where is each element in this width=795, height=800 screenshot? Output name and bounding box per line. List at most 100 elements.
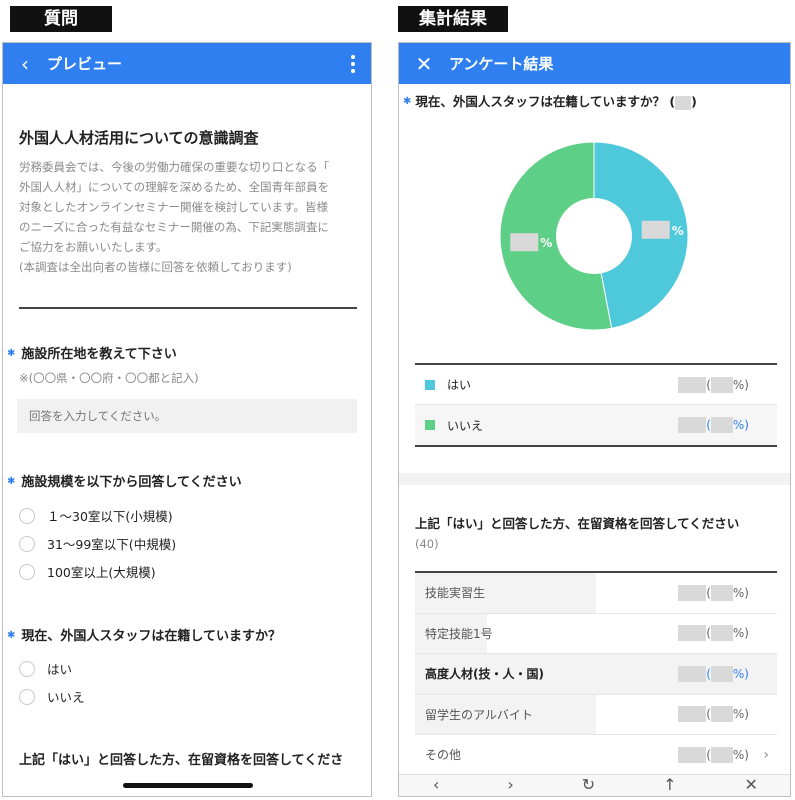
table-row[interactable]: 技能実習生 (%) xyxy=(415,573,777,614)
radio-circle-icon[interactable] xyxy=(19,688,35,705)
results-appbar: ✕ アンケート結果 xyxy=(399,43,790,84)
back-arrow-icon[interactable]: ‹ xyxy=(3,52,47,76)
survey-title: 外国人人材活用についての意識調査 xyxy=(19,129,259,147)
question-size: ✱ 施設規模を以下から回答してください xyxy=(7,471,242,490)
redacted-count xyxy=(678,584,707,601)
description-line: ご協力をお願いいたします。 xyxy=(19,240,168,254)
redacted-percent xyxy=(710,584,733,601)
percent-suffix: %) xyxy=(732,666,749,681)
percent-suffix: %) xyxy=(732,707,749,722)
legend-value: (%) xyxy=(678,417,749,433)
legend-row-no[interactable]: いいえ (%) xyxy=(415,405,777,445)
redacted-percent xyxy=(710,417,733,433)
redacted-percent xyxy=(710,706,733,723)
option-label: １〜30室以下(小規模) xyxy=(47,509,173,524)
table-row[interactable]: 留学生のアルバイト (%) xyxy=(415,694,777,735)
back-icon[interactable]: ‹ xyxy=(433,775,439,794)
preview-appbar: ‹ プレビュー xyxy=(3,43,371,84)
radio-option-small[interactable]: １〜30室以下(小規模) xyxy=(19,506,173,525)
table-row[interactable]: 高度人材(技・人・国) (%) xyxy=(415,654,777,695)
close-tab-icon[interactable]: ✕ xyxy=(745,775,758,794)
question-label: 施設規模を以下から回答してください xyxy=(21,475,242,490)
description-line: のニーズに合った有益なセミナー開催の為、下記実態調査に xyxy=(19,220,329,234)
option-label: はい xyxy=(47,662,73,677)
percent-suffix: %) xyxy=(732,418,749,432)
results-question: ✱ 現在、外国人スタッフは在籍していますか？ () xyxy=(403,91,697,110)
forward-icon[interactable]: › xyxy=(507,775,513,794)
appbar-title: プレビュー xyxy=(47,55,123,73)
question-close: ) xyxy=(691,94,697,109)
radio-option-yes[interactable]: はい xyxy=(19,659,72,678)
redacted-percent xyxy=(710,376,733,393)
location-answer-input[interactable] xyxy=(17,399,357,433)
radio-circle-icon[interactable] xyxy=(19,507,35,524)
legend-swatch xyxy=(425,379,435,390)
redacted-count xyxy=(678,417,707,433)
required-icon: ✱ xyxy=(403,96,412,107)
redacted-count xyxy=(678,665,707,682)
table-row[interactable]: 特定技能1号 (%) xyxy=(415,613,777,654)
radio-option-large[interactable]: 100室以上(大規模) xyxy=(19,562,156,581)
redacted-count xyxy=(678,376,707,393)
question-text: 現在、外国人スタッフは在籍していますか？ ( xyxy=(415,94,676,109)
response-count: (40) xyxy=(415,537,439,551)
redacted-count xyxy=(678,706,707,723)
preview-screen: ‹ プレビュー 外国人人材活用についての意識調査 労務委員会では、今後の労働力確… xyxy=(2,42,372,797)
row-label: 留学生のアルバイト xyxy=(425,707,533,722)
redacted-percent xyxy=(710,625,733,642)
question-visa-status: 上記「はい」と回答した方、在留資格を回答してくださ xyxy=(19,753,344,768)
section-label-question: 質問 xyxy=(10,6,112,32)
row-value: (%) xyxy=(678,625,749,642)
row-value: (%) xyxy=(678,584,749,601)
description-line: 外国人人材」についての理解を深めるため、全国青年部員を xyxy=(19,180,330,194)
chevron-right-icon[interactable]: › xyxy=(763,747,769,763)
radio-circle-icon[interactable] xyxy=(19,660,35,677)
section-divider xyxy=(19,307,357,309)
donut-chart: %% xyxy=(499,141,689,331)
radio-circle-icon[interactable] xyxy=(19,563,35,580)
slice-label: % xyxy=(540,236,552,250)
description-line: (本調査は全出向者の皆様に回答を依頼しております) xyxy=(19,260,292,274)
radio-option-medium[interactable]: 31〜99室以下(中規模) xyxy=(19,534,176,553)
results-question-visa: 上記「はい」と回答した方、在留資格を回答してください xyxy=(415,516,740,531)
redacted-percent xyxy=(710,746,733,763)
survey-description: 労務委員会では、今後の労働力確保の重要な切り口となる「 外国人人材」についての理… xyxy=(19,157,359,277)
legend-table: はい (%) いいえ (%) xyxy=(415,363,777,447)
redacted-count xyxy=(678,625,707,642)
row-label: その他 xyxy=(425,748,462,763)
section-label-results: 集計結果 xyxy=(398,6,508,32)
percent-suffix: %) xyxy=(732,585,749,600)
option-label: 100室以上(大規模) xyxy=(47,565,156,580)
question-note: ※(〇〇県・〇〇府・〇〇都と記入) xyxy=(19,371,199,385)
redacted-count xyxy=(678,746,707,763)
redacted-percent xyxy=(710,665,733,682)
browser-toolbar: ‹ › ↻ ↑ ✕ xyxy=(399,774,790,796)
donut-hole xyxy=(556,198,632,274)
results-screen: ✕ アンケート結果 ✱ 現在、外国人スタッフは在籍していますか？ () %% はい… xyxy=(398,42,791,797)
percent-suffix: %) xyxy=(732,626,749,641)
radio-circle-icon[interactable] xyxy=(19,535,35,552)
question-label: 施設所在地を教えて下さい xyxy=(21,347,177,362)
row-label: 高度人材(技・人・国) xyxy=(425,667,544,682)
share-icon[interactable]: ↑ xyxy=(663,775,676,794)
redacted-slice-value xyxy=(641,220,670,239)
radio-option-no[interactable]: いいえ xyxy=(19,687,85,706)
row-value: (%) xyxy=(678,746,749,763)
more-vert-icon[interactable] xyxy=(351,52,357,76)
close-icon[interactable]: ✕ xyxy=(399,52,449,76)
percent-suffix: %) xyxy=(732,747,749,762)
home-indicator[interactable] xyxy=(123,783,253,788)
appbar-title: アンケート結果 xyxy=(449,55,554,73)
reload-icon[interactable]: ↻ xyxy=(582,775,595,794)
redacted-count xyxy=(675,95,692,110)
legend-swatch xyxy=(425,420,435,430)
required-icon: ✱ xyxy=(7,348,16,359)
percent-suffix: %) xyxy=(732,377,749,392)
redacted-slice-value xyxy=(510,233,539,252)
required-icon: ✱ xyxy=(7,630,16,641)
option-label: いいえ xyxy=(47,690,85,705)
description-line: 労務委員会では、今後の労働力確保の重要な切り口となる「 xyxy=(19,160,330,174)
table-row[interactable]: その他 (%) › xyxy=(415,735,777,776)
legend-label: はい xyxy=(447,378,472,392)
legend-row-yes[interactable]: はい (%) xyxy=(415,365,777,405)
